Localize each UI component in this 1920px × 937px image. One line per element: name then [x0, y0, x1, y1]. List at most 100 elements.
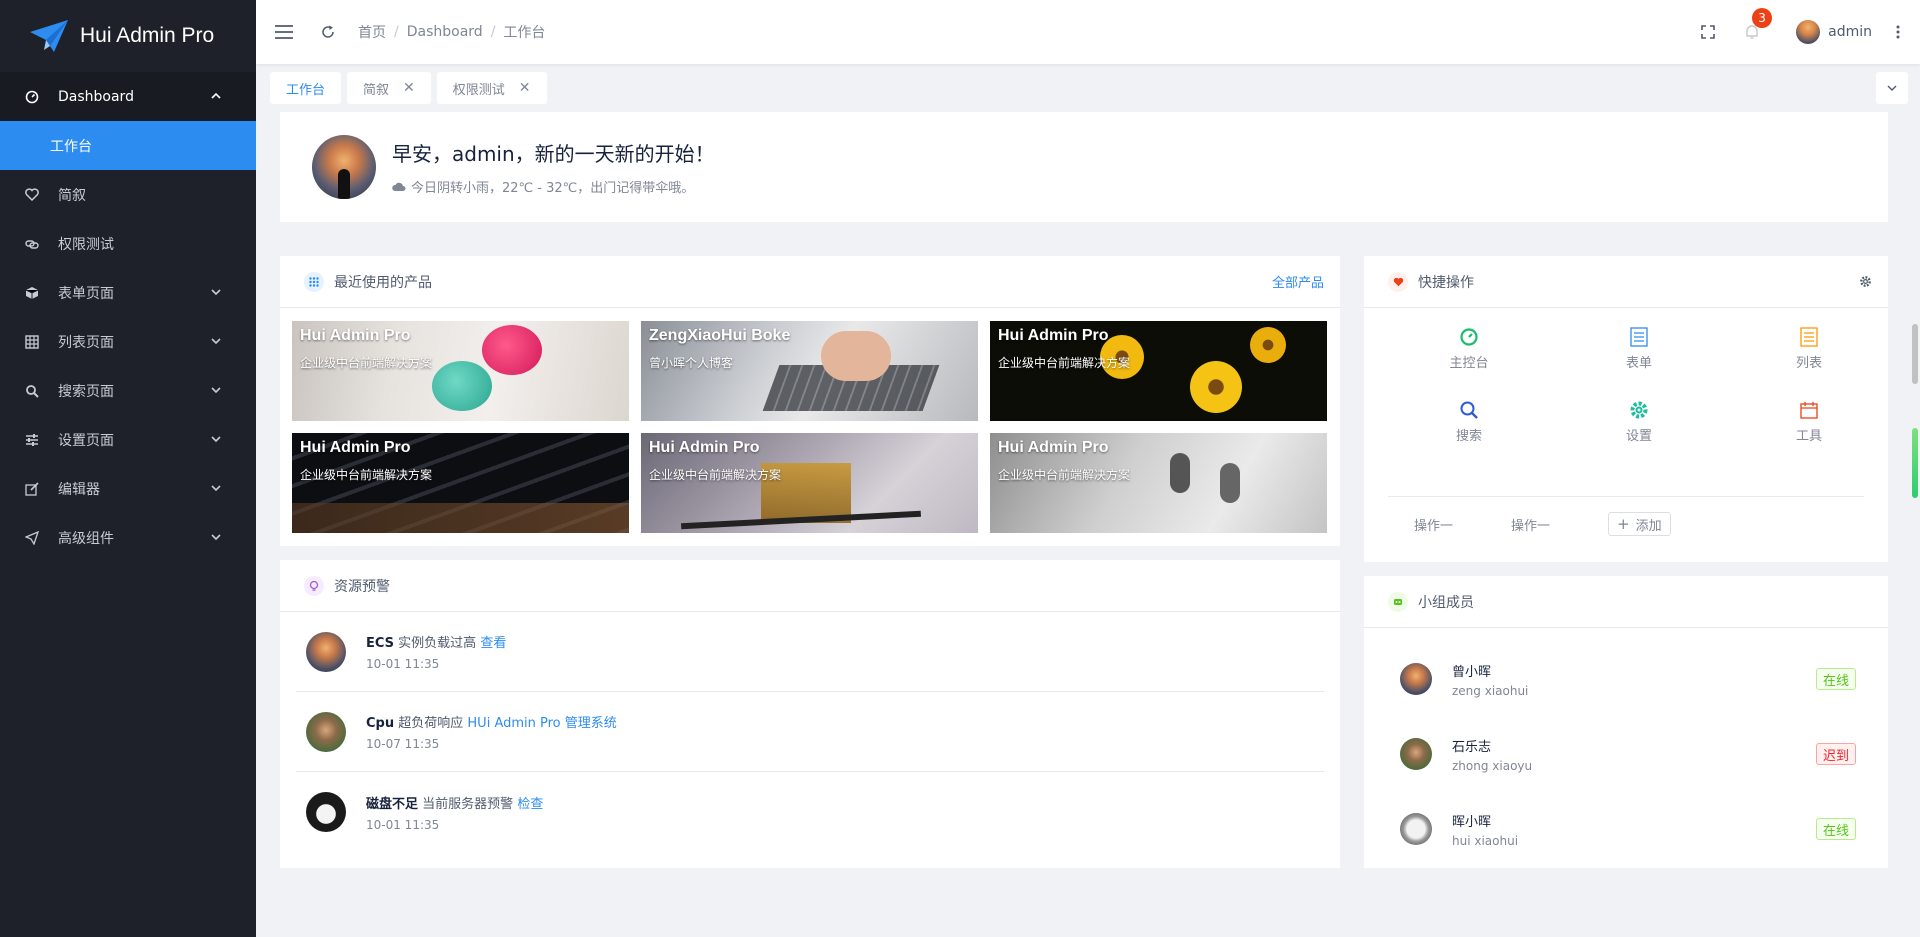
add-button[interactable]: + 添加	[1608, 512, 1671, 536]
alert-time: 10-01 11:35	[366, 817, 440, 832]
member-name: 曾小晖	[1452, 664, 1492, 680]
member-name: 晖小晖	[1452, 814, 1492, 830]
sidebar-item-form-pages[interactable]: 表单页面	[0, 268, 256, 317]
more-options-button[interactable]	[1884, 25, 1912, 39]
user-menu[interactable]: admin	[1796, 20, 1872, 44]
product-card[interactable]: Hui Admin Pro 企业级中台前端解决方案	[292, 321, 629, 421]
chevron-up-icon	[211, 92, 221, 99]
close-icon[interactable]: ✕	[403, 80, 415, 96]
close-icon[interactable]: ✕	[519, 80, 531, 96]
sidebar-item-workbench[interactable]: 工作台	[0, 121, 256, 170]
all-products-link[interactable]: 全部产品	[1272, 272, 1324, 291]
menu-toggle-button[interactable]	[262, 0, 306, 64]
app-title: Hui Admin Pro	[80, 24, 215, 47]
tab-workbench[interactable]: 工作台	[270, 72, 342, 104]
sidebar-item-permission[interactable]: 权限测试	[0, 219, 256, 268]
sidebar-item-dashboard[interactable]: Dashboard	[0, 72, 256, 121]
sidebar-item-label: 权限测试	[58, 236, 114, 253]
breadcrumb-home[interactable]: 首页	[358, 22, 386, 42]
quick-item-form[interactable]: 表单	[1554, 326, 1724, 399]
scroll-indicator	[1912, 428, 1918, 498]
product-desc: 企业级中台前端解决方案	[300, 468, 433, 482]
heart-icon	[24, 187, 40, 203]
member-name: 石乐志	[1452, 739, 1492, 755]
refresh-icon	[322, 25, 334, 38]
sidebar-item-settings-pages[interactable]: 设置页面	[0, 415, 256, 464]
breadcrumb: 首页 / Dashboard / 工作台	[358, 22, 545, 42]
list-icon	[1798, 326, 1820, 348]
sidebar-item-advanced[interactable]: 高级组件	[0, 513, 256, 562]
logo[interactable]: Hui Admin Pro	[0, 0, 256, 72]
product-image	[292, 503, 629, 533]
sidebar-item-editor[interactable]: 编辑器	[0, 464, 256, 513]
user-name: admin	[1828, 24, 1872, 40]
card-title: 快捷操作	[1418, 274, 1474, 291]
bulb-icon	[304, 575, 324, 596]
product-card[interactable]: ZengXiaoHui Boke 曾小晖个人博客	[641, 321, 978, 421]
product-image	[821, 331, 891, 381]
product-card[interactable]: Hui Admin Pro 企业级中台前端解决方案	[990, 321, 1327, 421]
apps-icon	[304, 271, 324, 292]
product-card[interactable]: Hui Admin Pro 企业级中台前端解决方案	[292, 433, 629, 533]
member-account: zhong xiaoyu	[1452, 758, 1533, 773]
alert-time: 10-07 11:35	[366, 737, 440, 751]
breadcrumb-workbench[interactable]: 工作台	[503, 22, 545, 42]
grid-icon	[24, 334, 40, 350]
member-item: 晖小晖 hui xiaohui 在线	[1400, 804, 1856, 854]
gear-icon[interactable]	[1859, 275, 1872, 288]
product-title: Hui Admin Pro	[998, 439, 1109, 456]
alert-text: 当前服务器预警	[422, 796, 514, 812]
scrollbar[interactable]	[1912, 112, 1918, 852]
product-image	[1220, 463, 1240, 503]
sidebar-item-list-pages[interactable]: 列表页面	[0, 317, 256, 366]
quick-item-label: 搜索	[1455, 429, 1482, 444]
welcome-card: 早安，admin，新的一天新的开始！ 今日阴转小雨，22℃ - 32℃，出门记得…	[280, 112, 1888, 222]
sidebar-item-jianxu[interactable]: 简叙	[0, 170, 256, 219]
product-card[interactable]: Hui Admin Pro 企业级中台前端解决方案	[990, 433, 1327, 533]
cube-icon	[24, 285, 40, 301]
alert-link[interactable]: HUi Admin Pro 管理系统	[467, 716, 616, 731]
tab-permission[interactable]: 权限测试 ✕	[436, 72, 547, 104]
avatar	[1400, 663, 1432, 695]
tabs-dropdown-button[interactable]	[1876, 72, 1908, 104]
tab-label: 工作台	[286, 82, 326, 98]
product-image	[482, 325, 542, 375]
add-button-label: 添加	[1635, 518, 1662, 534]
top-header: 首页 / Dashboard / 工作台 3 admin	[256, 0, 1920, 64]
refresh-button[interactable]	[306, 0, 350, 64]
card-title: 小组成员	[1418, 594, 1474, 611]
sidebar-item-search-pages[interactable]: 搜索页面	[0, 366, 256, 415]
scrollbar-thumb[interactable]	[1912, 324, 1918, 384]
product-desc: 曾小晖个人博客	[649, 356, 734, 370]
team-members-card: 小组成员 曾小晖 zeng xiaohui 在线 石乐志 zhong xiaoy…	[1364, 576, 1888, 868]
breadcrumb-dashboard[interactable]: Dashboard	[407, 24, 483, 40]
notification-button[interactable]: 3	[1730, 0, 1774, 64]
sidebar-item-label: 表单页面	[58, 285, 114, 302]
quick-item-list[interactable]: 列表	[1724, 326, 1894, 399]
product-desc: 企业级中台前端解决方案	[300, 356, 433, 370]
quick-item-console[interactable]: 主控台	[1384, 326, 1554, 399]
quick-action-link[interactable]: 操作一	[1511, 515, 1550, 534]
sidebar: Hui Admin Pro Dashboard 工作台 简叙 权限测试 表单页面…	[0, 0, 256, 937]
avatar	[1400, 813, 1432, 845]
more-vertical-icon	[1896, 25, 1900, 39]
sidebar-item-label: 设置页面	[58, 432, 114, 449]
quick-item-settings[interactable]: 设置	[1554, 399, 1724, 472]
tab-label: 简叙	[363, 82, 390, 98]
quick-action-link[interactable]: 操作一	[1414, 515, 1453, 534]
quick-item-search[interactable]: 搜索	[1384, 399, 1554, 472]
dashboard-icon	[1458, 326, 1480, 348]
quick-actions-card: 快捷操作 主控台 表单 列表 搜索 设置 工具 操作一 操作一 + 添加	[1364, 256, 1888, 562]
alert-link[interactable]: 检查	[517, 797, 543, 812]
alert-link[interactable]: 查看	[480, 636, 506, 651]
welcome-title: 早安，admin，新的一天新的开始！	[392, 142, 715, 166]
sidebar-item-label: 简叙	[58, 187, 86, 204]
product-card[interactable]: Hui Admin Pro 企业级中台前端解决方案	[641, 433, 978, 533]
quick-item-label: 表单	[1625, 356, 1652, 371]
quick-item-tools[interactable]: 工具	[1724, 399, 1894, 472]
product-desc: 企业级中台前端解决方案	[998, 356, 1131, 370]
fullscreen-button[interactable]	[1686, 0, 1730, 64]
tab-jianxu[interactable]: 简叙 ✕	[347, 72, 431, 104]
product-desc: 企业级中台前端解决方案	[998, 468, 1131, 482]
avatar	[306, 711, 346, 752]
